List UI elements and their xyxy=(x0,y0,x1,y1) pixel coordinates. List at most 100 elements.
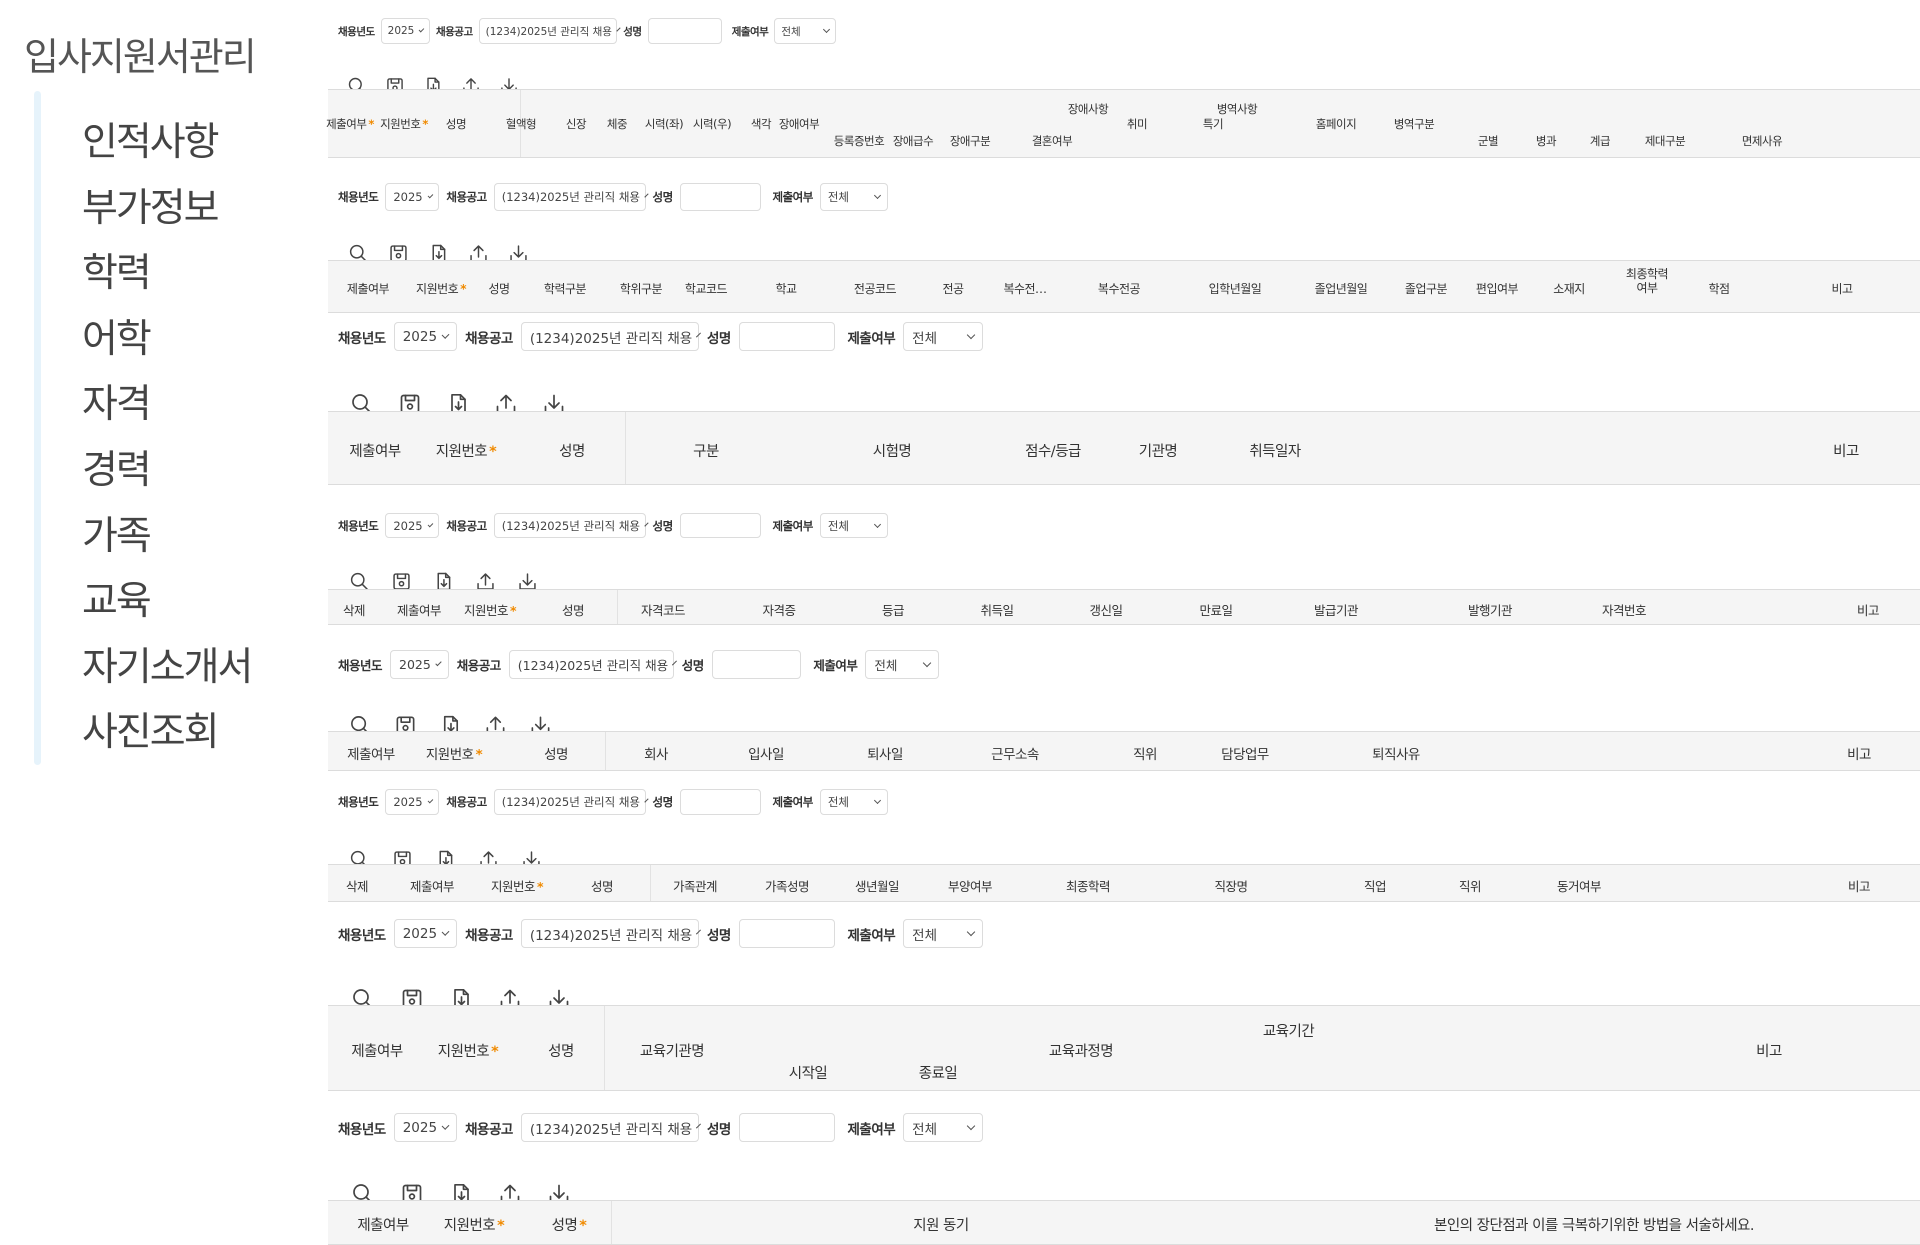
column-header[interactable]: 직위 xyxy=(1459,876,1482,895)
column-header[interactable]: 제출여부 xyxy=(410,876,455,895)
column-header[interactable]: 근무소속 xyxy=(991,743,1039,763)
column-header[interactable]: 학교코드 xyxy=(685,280,728,297)
column-header[interactable]: 지원 동기 xyxy=(913,1214,969,1235)
column-header[interactable]: 부양여부 xyxy=(948,876,993,895)
column-header[interactable]: 혈액형 xyxy=(506,116,537,132)
column-header[interactable]: 동거여부 xyxy=(1557,876,1602,895)
column-header[interactable]: 발급기관 xyxy=(1314,600,1359,619)
column-header[interactable]: 성명 xyxy=(488,280,510,297)
column-header[interactable]: 지원번호 * xyxy=(464,600,517,619)
column-header[interactable]: 시력(좌) xyxy=(645,116,684,132)
column-header[interactable]: 제출여부 xyxy=(347,280,390,297)
column-header[interactable]: 자격증 xyxy=(762,600,796,619)
year-select[interactable]: 2025 xyxy=(380,18,430,44)
year-select[interactable]: 2025 xyxy=(385,789,440,815)
nav-item[interactable]: 사진조회 xyxy=(82,703,251,769)
nav-item[interactable]: 부가정보 xyxy=(82,179,251,245)
column-header[interactable]: 제출여부 xyxy=(347,743,395,763)
year-select[interactable]: 2025 xyxy=(393,919,458,948)
column-header[interactable]: 제출여부 xyxy=(397,600,442,619)
column-header[interactable]: 성명 xyxy=(548,1040,574,1061)
year-select[interactable]: 2025 xyxy=(390,650,449,679)
column-header[interactable]: 졸업년월일 xyxy=(1315,280,1368,297)
column-header[interactable]: 취득일 xyxy=(980,600,1014,619)
column-header[interactable]: 장애구분 xyxy=(950,133,991,149)
submit-select[interactable]: 전체 xyxy=(774,18,837,44)
name-input[interactable] xyxy=(711,650,801,679)
column-header[interactable]: 가족관계 xyxy=(673,876,718,895)
name-input[interactable] xyxy=(679,789,762,815)
notice-select[interactable]: (1234)2025년 관리직 채용 xyxy=(493,183,649,211)
submit-select[interactable]: 전체 xyxy=(819,513,888,538)
column-header[interactable]: 제대구분 xyxy=(1645,133,1686,149)
column-header[interactable]: 지원번호 * xyxy=(426,743,483,763)
column-header[interactable]: 비고 xyxy=(1847,743,1871,763)
column-header[interactable]: 성명 * xyxy=(552,1214,587,1235)
column-header[interactable]: 비고 xyxy=(1831,280,1853,297)
notice-select[interactable]: (1234)2025년 관리직 채용 xyxy=(520,919,702,948)
column-header[interactable]: 삭제 xyxy=(343,600,366,619)
column-header[interactable]: 성명 xyxy=(591,876,614,895)
column-header[interactable]: 성명 xyxy=(559,440,585,461)
column-header[interactable]: 비고 xyxy=(1848,876,1871,895)
column-header[interactable]: 지원번호 * xyxy=(491,876,544,895)
column-header[interactable]: 제출여부 * xyxy=(326,116,374,132)
column-header[interactable]: 직위 xyxy=(1133,743,1157,763)
nav-item[interactable]: 자기소개서 xyxy=(82,638,253,704)
column-header[interactable]: 생년월일 xyxy=(855,876,900,895)
notice-select[interactable]: (1234)2025년 관리직 채용 xyxy=(520,1113,702,1142)
column-header[interactable]: 성명 xyxy=(446,116,467,132)
column-header[interactable]: 장애급수 xyxy=(893,133,934,149)
column-header[interactable]: 복수전… xyxy=(1003,280,1047,297)
name-input[interactable] xyxy=(738,919,835,948)
column-header[interactable]: 교육기관명 xyxy=(640,1040,705,1061)
column-header[interactable]: 퇴사일 xyxy=(867,743,903,763)
column-header[interactable]: 기관명 xyxy=(1139,440,1178,461)
name-input[interactable] xyxy=(647,18,723,44)
column-header[interactable]: 발행기관 xyxy=(1468,600,1513,619)
nav-item[interactable]: 인적사항 xyxy=(82,113,251,179)
year-select[interactable]: 2025 xyxy=(385,183,440,211)
column-header[interactable]: 복수전공 xyxy=(1098,280,1141,297)
column-header[interactable]: 학위구분 xyxy=(620,280,663,297)
column-header[interactable]: 직장명 xyxy=(1214,876,1248,895)
column-header[interactable]: 학교 xyxy=(775,280,797,297)
submit-select[interactable]: 전체 xyxy=(903,322,983,351)
column-header[interactable]: 갱신일 xyxy=(1089,600,1123,619)
column-header[interactable]: 면제사유 xyxy=(1742,133,1783,149)
name-input[interactable] xyxy=(738,1113,835,1142)
column-header[interactable]: 제출여부 xyxy=(351,1040,403,1061)
column-header[interactable]: 지원번호 * xyxy=(444,1214,505,1235)
column-header[interactable]: 병과 xyxy=(1536,133,1557,149)
nav-item[interactable]: 학력 xyxy=(82,244,251,310)
year-select[interactable]: 2025 xyxy=(393,1113,458,1142)
column-header[interactable]: 학점 xyxy=(1708,280,1730,297)
notice-select[interactable]: (1234)2025년 관리직 채용 xyxy=(478,18,621,44)
column-header[interactable]: 담당업무 xyxy=(1221,743,1269,763)
nav-item[interactable]: 가족 xyxy=(82,507,251,573)
column-header[interactable]: 입학년월일 xyxy=(1209,280,1262,297)
name-input[interactable] xyxy=(738,322,835,351)
column-header[interactable]: 특기 xyxy=(1203,116,1224,132)
column-header[interactable]: 종료일 xyxy=(919,1062,958,1083)
column-header[interactable]: 성명 xyxy=(544,743,568,763)
column-header[interactable]: 편입여부 xyxy=(1476,280,1519,297)
column-header[interactable]: 지원번호 * xyxy=(438,1040,499,1061)
column-header[interactable]: 취미 xyxy=(1127,116,1148,132)
column-header[interactable]: 지원번호 * xyxy=(436,440,497,461)
name-input[interactable] xyxy=(679,513,762,538)
column-header[interactable]: 등급 xyxy=(882,600,905,619)
column-header[interactable]: 제출여부 xyxy=(349,440,401,461)
nav-item[interactable]: 자격 xyxy=(82,375,251,441)
column-header[interactable]: 홈페이지 xyxy=(1316,116,1357,132)
column-header[interactable]: 제출여부 xyxy=(357,1214,409,1235)
column-header[interactable]: 성명 xyxy=(562,600,585,619)
column-header[interactable]: 지원번호 * xyxy=(416,280,466,297)
column-header[interactable]: 만료일 xyxy=(1199,600,1233,619)
column-header[interactable]: 자격코드 xyxy=(641,600,686,619)
column-header[interactable]: 군별 xyxy=(1478,133,1499,149)
column-header[interactable]: 회사 xyxy=(644,743,668,763)
column-header[interactable]: 장애여부 xyxy=(779,116,820,132)
nav-item[interactable]: 교육 xyxy=(82,572,251,638)
column-header[interactable]: 가족성명 xyxy=(765,876,810,895)
